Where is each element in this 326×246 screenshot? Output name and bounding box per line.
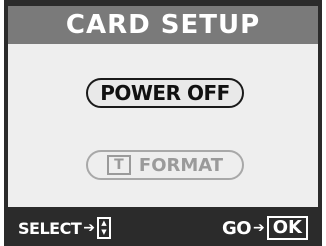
format-button[interactable]: T FORMAT [86, 150, 244, 180]
power-off-button[interactable]: POWER OFF [86, 78, 244, 108]
up-arrow-glyph: ▲ [101, 219, 107, 227]
go-label: GO [221, 217, 252, 239]
ok-button[interactable]: OK [266, 216, 308, 240]
title-bar: CARD SETUP [8, 6, 318, 44]
power-off-label: POWER OFF [100, 81, 230, 105]
select-hint: SELECT ➔ ▲ ▼ [18, 217, 111, 239]
up-down-arrow-icon: ▲ ▼ [96, 217, 111, 239]
go-hint: GO ➔ OK [222, 216, 308, 240]
ok-label: OK [272, 217, 302, 238]
format-label: FORMAT [138, 154, 224, 176]
arrow-right-icon: ➔ [253, 220, 265, 236]
trash-icon-glyph: T [114, 157, 124, 173]
down-arrow-glyph: ▼ [101, 228, 107, 236]
select-label: SELECT [18, 218, 82, 238]
arrow-right-icon: ➔ [83, 220, 95, 236]
page-title: CARD SETUP [65, 10, 261, 40]
menu-panel: POWER OFF T FORMAT [8, 44, 318, 207]
trash-icon: T [106, 155, 131, 175]
footer-bar: SELECT ➔ ▲ ▼ GO ➔ OK [4, 210, 322, 246]
